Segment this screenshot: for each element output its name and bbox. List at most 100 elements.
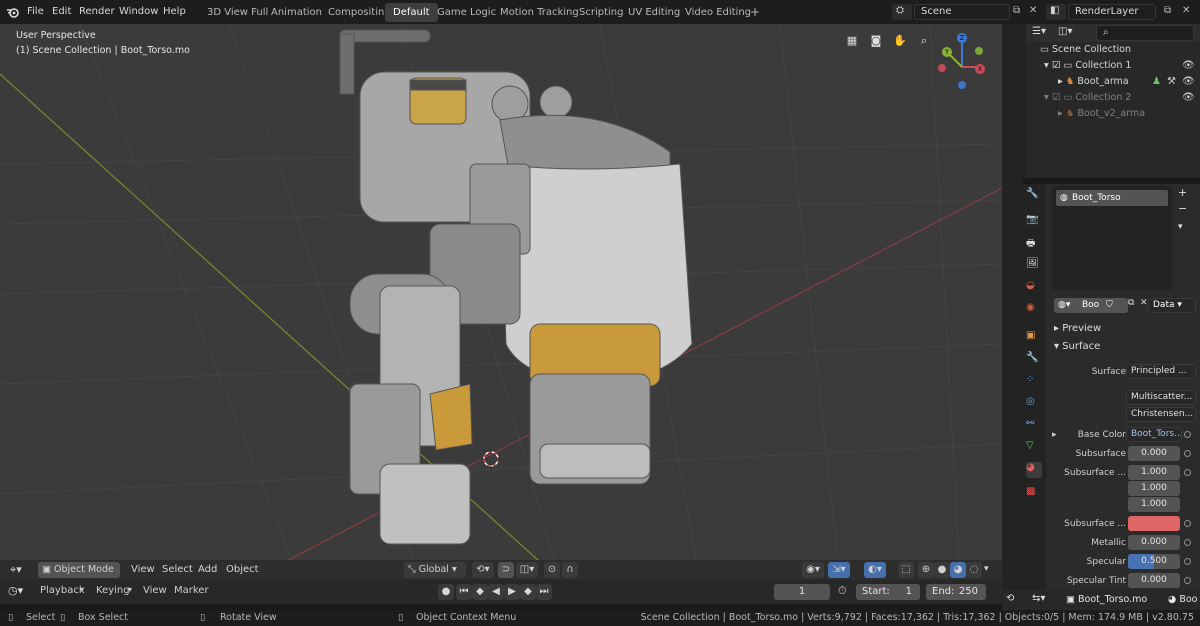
metallic-socket-icon[interactable] (1184, 539, 1191, 546)
constraints-tab-icon[interactable]: ⚯ (1026, 418, 1042, 434)
checkbox-icon[interactable]: ☑ (1052, 92, 1061, 103)
outliner-scene-collection[interactable]: ▭ Scene Collection (1040, 44, 1131, 55)
subsurface-radius-y-field[interactable]: 1.000 (1128, 481, 1180, 496)
fake-user-icon[interactable]: ⛉ (1106, 298, 1113, 313)
menu-select[interactable]: Select (162, 564, 193, 575)
preview-panel-header[interactable]: ▸ Preview (1054, 323, 1101, 334)
play-reverse-icon[interactable]: ◀ (488, 584, 504, 600)
prev-key-icon[interactable]: ◆ (472, 584, 488, 600)
display-mode-icon[interactable]: ◫▾ (1058, 26, 1072, 37)
play-icon[interactable]: ▶ (504, 584, 520, 600)
scene-name-field[interactable]: Scene (914, 4, 1010, 20)
checkbox-icon[interactable]: ☑ (1052, 60, 1061, 71)
material-browse-icon[interactable]: ◍▾ (1058, 298, 1070, 313)
sync-icon[interactable]: ⟲ (1006, 593, 1014, 604)
world-tab-icon[interactable]: ◉ (1026, 302, 1042, 318)
menu-edit[interactable]: Edit (52, 0, 71, 24)
properties-editor-icon[interactable]: ⇆▾ (1032, 593, 1045, 604)
view-layer-tab-icon[interactable]: 🖼 (1026, 258, 1042, 274)
end-frame-field[interactable]: End: 250 (926, 584, 986, 600)
visibility-eye-icon[interactable]: 👁 (1182, 92, 1195, 103)
gizmo-neg-z[interactable] (958, 81, 966, 89)
base-color-link[interactable]: Boot_Tors... (1126, 427, 1182, 442)
render-tab-icon[interactable]: 📷 (1026, 214, 1042, 230)
gizmo-neg-y[interactable] (975, 47, 983, 55)
scene-tab-icon[interactable]: ◒ (1026, 280, 1042, 296)
visibility-icon[interactable]: ◉▾ (802, 562, 824, 578)
snap-icon[interactable]: ⊃ (498, 562, 514, 578)
preview-range-icon[interactable]: ⏱ (838, 584, 847, 598)
base-color-socket-icon[interactable] (1184, 431, 1191, 438)
gizmo-z[interactable]: Z (957, 33, 967, 43)
area-divider[interactable] (1002, 24, 1022, 590)
menu-view[interactable]: View (131, 564, 155, 575)
close-renderlayer-icon[interactable]: ✕ (1182, 5, 1190, 16)
object-tab-icon[interactable]: ▣ (1026, 330, 1042, 346)
gizmo-x[interactable]: X (975, 64, 985, 74)
add-workspace-button[interactable]: + (742, 3, 768, 22)
output-tab-icon[interactable]: 🖶 (1026, 236, 1042, 252)
material-datablock[interactable]: ◍▾ Boo ⛉ (1054, 298, 1128, 313)
menu-playback[interactable]: Playback (40, 585, 85, 596)
rendered-shading-icon[interactable]: ◌ (966, 562, 982, 578)
subsurface-color-swatch[interactable] (1128, 516, 1180, 531)
expand-arrow-icon[interactable]: ▸ (1052, 430, 1057, 440)
subsurface-radius-z-field[interactable]: 1.000 (1128, 497, 1180, 512)
remove-slot-icon[interactable]: − (1178, 202, 1187, 215)
link-dropdown[interactable]: Data ▾ (1148, 298, 1196, 313)
physics-tab-icon[interactable]: ◎ (1026, 396, 1042, 412)
overlay-toggle-icon[interactable]: ◐▾ (864, 562, 886, 578)
outliner-row-boot-arma[interactable]: ▸ ♞ Boot_arma (1058, 76, 1129, 87)
menu-window[interactable]: Window (119, 0, 158, 24)
next-key-icon[interactable]: ◆ (520, 584, 536, 600)
robot-model[interactable] (320, 24, 700, 554)
specular-slider[interactable]: 0.500 (1128, 554, 1180, 569)
outliner-search-input[interactable]: ⌕ (1096, 25, 1194, 41)
menu-file[interactable]: File (27, 0, 44, 24)
menu-render[interactable]: Render (79, 0, 115, 24)
gizmo-y[interactable]: Y (942, 47, 952, 57)
copy-scene-icon[interactable]: ⧉ (1013, 5, 1020, 16)
modifier-icon[interactable]: ⚒ (1167, 76, 1176, 87)
copy-material-icon[interactable]: ⧉ (1128, 298, 1134, 308)
gizmo-neg-x[interactable] (938, 64, 946, 72)
jump-end-icon[interactable]: ⏭ (536, 584, 552, 600)
menu-object[interactable]: Object (226, 564, 259, 575)
material-slot-item[interactable]: ◍ Boot_Torso (1056, 190, 1168, 206)
menu-marker[interactable]: Marker (174, 585, 209, 596)
subsurface-radius-socket-icon[interactable] (1184, 469, 1191, 476)
3d-viewport[interactable]: User Perspective (1) Scene Collection | … (0, 24, 1002, 580)
subsurface-field[interactable]: 0.000 (1128, 446, 1180, 461)
slot-specials-icon[interactable]: ▾ (1178, 222, 1183, 232)
auto-keying-icon[interactable]: ● (438, 584, 454, 600)
camera-view-icon[interactable]: ◙ (867, 32, 885, 50)
outliner-row-boot-v2-arma[interactable]: ▸ ♞ Boot_v2_arma (1058, 108, 1145, 119)
3d-cursor-icon[interactable] (480, 448, 502, 470)
toggle-grid-icon[interactable]: ▦ (843, 32, 861, 50)
xray-icon[interactable]: ⬚ (898, 562, 914, 578)
navigation-gizmo[interactable]: Z Y X (930, 29, 994, 93)
material-shading-icon[interactable]: ◕ (950, 562, 966, 578)
pose-icon[interactable]: ♟ (1152, 76, 1161, 87)
surface-panel-header[interactable]: ▾ Surface (1054, 341, 1100, 352)
renderlayer-selector-button[interactable]: ◧ (1046, 4, 1066, 20)
subsurface-method-dropdown[interactable]: Christensen... (1126, 407, 1196, 422)
specular-tint-field[interactable]: 0.000 (1128, 573, 1180, 588)
mode-dropdown[interactable]: ▣ Object Mode ▾ (38, 562, 120, 578)
distribution-dropdown[interactable]: Multiscatter... (1126, 390, 1196, 405)
start-frame-field[interactable]: Start: 1 (856, 584, 920, 600)
particles-tab-icon[interactable]: ⁘ (1026, 374, 1042, 390)
pivot-icon[interactable]: ⟲▾ (472, 562, 494, 578)
gizmo-toggle-icon[interactable]: ⇲▾ (828, 562, 850, 578)
pan-hand-icon[interactable]: ✋ (891, 32, 909, 50)
menu-help[interactable]: Help (163, 0, 186, 24)
metallic-field[interactable]: 0.000 (1128, 535, 1180, 550)
wireframe-shading-icon[interactable]: ⊕ (918, 562, 934, 578)
scene-selector-button[interactable]: ⛭ (892, 4, 912, 20)
snap-target-icon[interactable]: ◫▾ (516, 562, 538, 578)
tool-tab-icon[interactable]: 🔧 (1026, 188, 1042, 204)
jump-start-icon[interactable]: ⏮ (456, 584, 472, 600)
data-tab-icon[interactable]: ▽ (1026, 440, 1042, 456)
specular-tint-socket-icon[interactable] (1184, 577, 1191, 584)
outliner-editor-icon[interactable]: ☰▾ (1032, 26, 1046, 37)
